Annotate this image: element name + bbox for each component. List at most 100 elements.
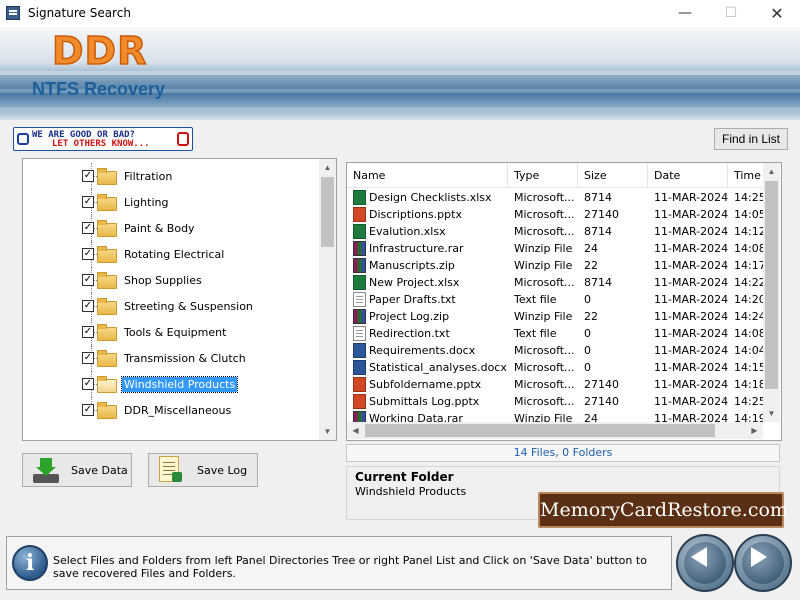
save-log-button[interactable]: Save Log (148, 453, 258, 487)
directory-tree[interactable]: ✓ Filtration ✓ Lighting ✓ Paint & Body ✓ Rotati… (22, 158, 337, 441)
next-button[interactable] (734, 534, 792, 592)
tree-item[interactable]: ✓ DDR_Miscellaneous (23, 397, 319, 423)
txt-file-icon (353, 326, 366, 341)
file-name: Redirection.txt (369, 327, 450, 340)
back-button[interactable] (676, 534, 734, 592)
scroll-down-icon[interactable]: ▼ (763, 405, 780, 422)
scroll-up-icon[interactable]: ▲ (319, 159, 336, 176)
list-vertical-scrollbar[interactable]: ▲ ▼ (763, 163, 780, 422)
tree-item-label: Windshield Products (120, 376, 239, 393)
file-type: Winzip File (514, 310, 573, 323)
docx-file-icon (353, 343, 366, 358)
tree-item[interactable]: ✓ Rotating Electrical (23, 241, 319, 267)
file-row[interactable]: Paper Drafts.txt Text file 0 11-MAR-2024 14:… (347, 291, 777, 308)
list-horizontal-scrollbar[interactable]: ◀ ▶ (347, 422, 763, 439)
tree-item[interactable]: ✓ Transmission & Clutch (23, 345, 319, 371)
file-count-status: 14 Files, 0 Folders (346, 444, 780, 462)
file-name: Discriptions.pptx (369, 208, 462, 221)
tree-item[interactable]: ✓ Filtration (23, 163, 319, 189)
tree-checkbox[interactable]: ✓ (82, 352, 94, 364)
close-button[interactable]: ✕ (754, 0, 800, 27)
tree-item[interactable]: ✓ Windshield Products (23, 371, 319, 397)
scroll-left-icon[interactable]: ◀ (347, 422, 364, 439)
column-header-type[interactable]: Type (508, 163, 578, 188)
tree-item[interactable]: ✓ Lighting (23, 189, 319, 215)
feedback-button[interactable]: WE ARE GOOD OR BAD? LET OTHERS KNOW... (13, 127, 193, 151)
file-date: 11-MAR-2024 (654, 259, 728, 272)
file-row[interactable]: Discriptions.pptx Microsoft... 27140 11-MAR… (347, 206, 777, 223)
scroll-thumb[interactable] (321, 177, 334, 247)
column-header-name[interactable]: Name (347, 163, 508, 188)
file-date: 11-MAR-2024 (654, 361, 728, 374)
save-log-label: Save Log (197, 464, 248, 477)
scroll-thumb[interactable] (365, 424, 715, 437)
file-row[interactable]: Manuscripts.zip Winzip File 22 11-MAR-2024 1… (347, 257, 777, 274)
tree-item[interactable]: ✓ Shop Supplies (23, 267, 319, 293)
tree-scrollbar[interactable]: ▲ ▼ (319, 159, 336, 440)
file-type: Microsoft... (514, 361, 575, 374)
file-row[interactable]: Evalution.xlsx Microsoft... 8714 11-MAR-202… (347, 223, 777, 240)
tree-checkbox[interactable]: ✓ (82, 378, 94, 390)
tree-checkbox[interactable]: ✓ (82, 326, 94, 338)
file-type: Microsoft... (514, 191, 575, 204)
file-type: Microsoft... (514, 225, 575, 238)
file-row[interactable]: Subfoldername.pptx Microsoft... 27140 11-MA… (347, 376, 777, 393)
tree-checkbox[interactable]: ✓ (82, 274, 94, 286)
tree-checkbox[interactable]: ✓ (82, 196, 94, 208)
file-row[interactable]: Design Checklists.xlsx Microsoft... 8714 11… (347, 189, 777, 206)
file-type: Text file (514, 327, 557, 340)
file-row[interactable]: Statistical_analyses.docx Microsoft... 0 11… (347, 359, 777, 376)
pptx-file-icon (353, 394, 366, 409)
file-list[interactable]: Name Type Size Date Time Design Checklis… (346, 162, 782, 441)
minimize-button[interactable]: — (662, 0, 708, 27)
file-size: 8714 (584, 225, 612, 238)
save-data-button[interactable]: Save Data (22, 453, 132, 487)
file-size: 8714 (584, 276, 612, 289)
tree-checkbox[interactable]: ✓ (82, 222, 94, 234)
file-size: 0 (584, 293, 591, 306)
scroll-right-icon[interactable]: ▶ (746, 422, 763, 439)
tree-item[interactable]: ✓ Streeting & Suspension (23, 293, 319, 319)
tree-checkbox[interactable]: ✓ (82, 170, 94, 182)
thumbs-up-icon (17, 133, 29, 145)
arrow-left-icon (691, 547, 707, 567)
file-row[interactable]: Requirements.docx Microsoft... 0 11-MAR-202… (347, 342, 777, 359)
bottom-bar: i Select Files and Folders from left Pan… (0, 530, 800, 600)
tree-item-label: Transmission & Clutch (124, 352, 246, 365)
file-name: Submittals Log.pptx (369, 395, 480, 408)
tree-checkbox[interactable]: ✓ (82, 404, 94, 416)
tree-checkbox[interactable]: ✓ (82, 248, 94, 260)
file-row[interactable]: Project Log.zip Winzip File 22 11-MAR-2024 1… (347, 308, 777, 325)
file-name: Manuscripts.zip (369, 259, 455, 272)
arrow-right-icon (751, 547, 767, 567)
file-date: 11-MAR-2024 (654, 293, 728, 306)
save-data-icon (33, 458, 59, 484)
file-name: Infrastructure.rar (369, 242, 464, 255)
file-row[interactable]: Redirection.txt Text file 0 11-MAR-2024 14:0… (347, 325, 777, 342)
file-type: Microsoft... (514, 208, 575, 221)
file-name: Evalution.xlsx (369, 225, 446, 238)
folder-icon (97, 168, 117, 185)
scroll-up-icon[interactable]: ▲ (763, 163, 780, 180)
file-type: Microsoft... (514, 276, 575, 289)
file-date: 11-MAR-2024 (654, 344, 728, 357)
scroll-thumb[interactable] (765, 181, 778, 389)
find-in-list-button[interactable]: Find in List (714, 128, 788, 150)
tree-item[interactable]: ✓ Tools & Equipment (23, 319, 319, 345)
tree-item-label: Rotating Electrical (124, 248, 225, 261)
maximize-button[interactable]: ☐ (708, 0, 754, 27)
file-time: 14:08 (734, 242, 766, 255)
product-name: NTFS Recovery (32, 79, 166, 99)
column-header-size[interactable]: Size (578, 163, 648, 188)
folder-icon (97, 246, 117, 263)
column-header-date[interactable]: Date (648, 163, 728, 188)
info-icon: i (12, 545, 48, 581)
file-row[interactable]: New Project.xlsx Microsoft... 8714 11-MAR-2… (347, 274, 777, 291)
file-time: 14:22 (734, 276, 766, 289)
scroll-down-icon[interactable]: ▼ (319, 423, 336, 440)
file-row[interactable]: Infrastructure.rar Winzip File 24 11-MAR-20… (347, 240, 777, 257)
file-type: Text file (514, 293, 557, 306)
file-row[interactable]: Submittals Log.pptx Microsoft... 27140 11-M… (347, 393, 777, 410)
tree-item[interactable]: ✓ Paint & Body (23, 215, 319, 241)
tree-checkbox[interactable]: ✓ (82, 300, 94, 312)
